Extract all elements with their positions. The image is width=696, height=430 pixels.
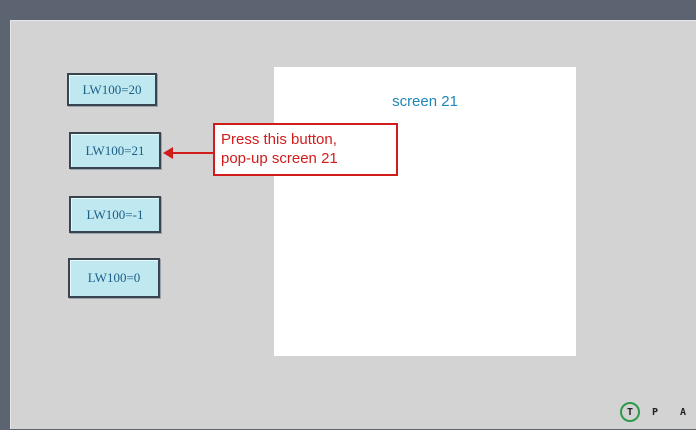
callout-arrow-head: [163, 147, 173, 159]
lw100-0-button[interactable]: LW100=0: [68, 258, 160, 298]
popup-title: screen 21: [392, 93, 458, 110]
lw100-21-button[interactable]: LW100=21: [69, 132, 161, 169]
callout-line-2: pop-up screen 21: [221, 150, 338, 167]
main-panel: LW100=20 LW100=21 LW100=-1 LW100=0 scree…: [10, 20, 696, 429]
callout-annotation: Press this button, pop-up screen 21: [213, 123, 398, 176]
t-status-icon: T: [620, 402, 640, 422]
lw100-minus1-button[interactable]: LW100=-1: [69, 196, 161, 233]
hmi-screen: LW100=20 LW100=21 LW100=-1 LW100=0 scree…: [0, 0, 696, 430]
popup-screen-21: screen 21: [274, 67, 576, 356]
lw100-20-button[interactable]: LW100=20: [67, 73, 157, 106]
p-status-icon: P: [652, 406, 659, 418]
callout-arrow-line: [170, 152, 213, 154]
status-indicators: T P A: [620, 400, 686, 424]
callout-line-1: Press this button,: [221, 131, 337, 148]
a-status-icon: A: [680, 406, 687, 418]
